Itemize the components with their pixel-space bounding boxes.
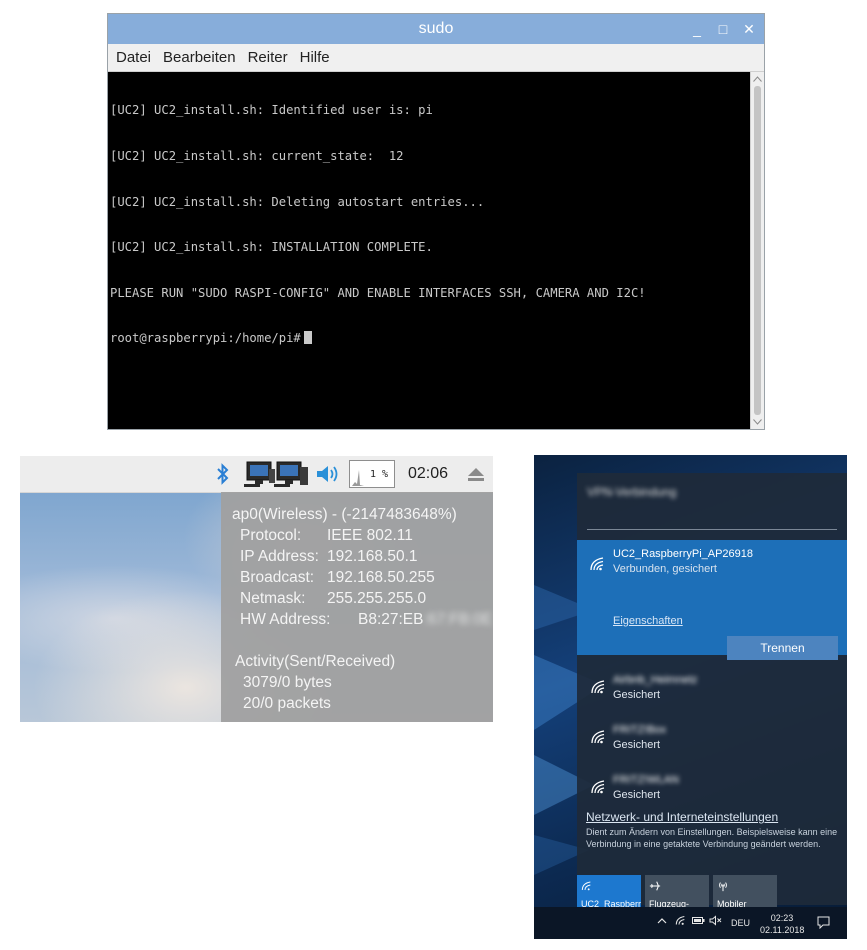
disconnect-button[interactable]: Trennen — [727, 636, 838, 660]
bluetooth-icon[interactable] — [213, 456, 233, 492]
bytes-value: 3079/0 bytes — [243, 674, 332, 691]
properties-link[interactable]: Eigenschaften — [613, 615, 683, 627]
text-cursor — [303, 331, 312, 345]
hw-address-value: B8:27:EB:67:FB:0E — [358, 611, 492, 629]
packets-value: 20/0 packets — [243, 695, 331, 712]
wifi-icon — [591, 730, 605, 744]
network-name-redacted: FRITZ!Box — [613, 724, 667, 736]
terminal-prompt-line: root@raspberrypi:/home/pi# — [110, 331, 748, 346]
eject-icon[interactable] — [467, 467, 485, 486]
terminal-line: [UC2] UC2_install.sh: current_state: 12 — [110, 149, 404, 164]
terminal-line: PLEASE RUN "SUDO RASPI-CONFIG" AND ENABL… — [110, 285, 646, 300]
volume-muted-icon[interactable] — [709, 915, 722, 928]
cpu-monitor-icon[interactable]: 1 % — [349, 460, 395, 488]
menu-datei[interactable]: Datei — [116, 49, 151, 66]
menu-reiter[interactable]: Reiter — [248, 49, 288, 66]
taskbar-clock[interactable]: 02:23 02.11.2018 — [760, 912, 804, 936]
wifi-icon — [581, 881, 591, 891]
wifi-tray-icon[interactable] — [675, 915, 687, 928]
taskbar-time: 02:23 — [770, 913, 794, 923]
terminal-line: [UC2] UC2_install.sh: Identified user is… — [110, 103, 433, 118]
shell-prompt: root@raspberrypi:/home/pi# — [110, 331, 301, 346]
network-settings-link[interactable]: Netzwerk- und Interneteinstellungen — [586, 810, 778, 824]
notification-center-icon[interactable] — [817, 916, 830, 931]
network-item[interactable]: FRITZ!WLAN Gesichert — [577, 767, 847, 815]
broadcast-value: 192.168.50.255 — [327, 569, 435, 586]
interface-name: ap0(Wireless) - (-2147483648%) — [232, 506, 457, 523]
terminal-window: sudo _ □ ✕ Datei Bearbeiten Reiter Hilfe… — [107, 13, 765, 430]
network-item[interactable]: Airbnb_Heimnetz Gesichert — [577, 667, 847, 715]
scroll-down-arrow-icon[interactable] — [751, 416, 764, 428]
minimize-button[interactable]: _ — [690, 21, 704, 37]
rpi-taskbar: 1 % 02:06 — [20, 456, 493, 493]
scrollbar-thumb[interactable] — [754, 86, 761, 415]
wifi-icon — [591, 780, 605, 794]
windows-taskbar: DEU 02:23 02.11.2018 — [534, 907, 847, 939]
menu-hilfe[interactable]: Hilfe — [300, 49, 330, 66]
active-network-item[interactable]: UC2_RaspberryPi_AP26918 Verbunden, gesic… — [577, 540, 847, 660]
protocol-label: Protocol: — [240, 527, 302, 544]
network-status: Gesichert — [613, 739, 661, 751]
clock[interactable]: 02:06 — [408, 456, 448, 492]
divider — [587, 529, 837, 530]
taskbar-date: 02.11.2018 — [760, 925, 805, 935]
chevron-up-icon[interactable] — [657, 916, 667, 926]
active-network-status: Verbunden, gesichert — [613, 563, 717, 575]
scroll-up-arrow-icon[interactable] — [751, 73, 764, 85]
window-title: sudo — [418, 20, 454, 37]
network-status: Gesichert — [613, 689, 661, 701]
protocol-value: IEEE 802.11 — [327, 527, 413, 544]
ip-label: IP Address: — [240, 548, 319, 565]
terminal-line: [UC2] UC2_install.sh: INSTALLATION COMPL… — [110, 240, 433, 255]
wifi-icon — [590, 557, 604, 571]
network-flyout: VPN-Verbindung UC2_RaspberryPi_AP26918 V… — [577, 473, 847, 923]
rpi-desktop-panel: 1 % 02:06 ap0(Wireless) - (-2147483648%)… — [20, 456, 493, 722]
hotspot-icon — [719, 882, 727, 892]
airplane-icon — [649, 881, 661, 891]
network-icon[interactable] — [242, 456, 312, 492]
network-status: Gesichert — [613, 789, 661, 801]
cpu-usage-label: 1 % — [369, 468, 388, 480]
vpn-entry-redacted[interactable]: VPN-Verbindung — [587, 485, 676, 499]
windows-network-flyout-screen: VPN-Verbindung UC2_RaspberryPi_AP26918 V… — [534, 455, 847, 939]
volume-icon[interactable] — [314, 456, 342, 492]
active-network-name: UC2_RaspberryPi_AP26918 — [613, 548, 754, 560]
hw-address-redacted: :67:FB:0E — [423, 611, 493, 628]
terminal-output[interactable]: [UC2] UC2_install.sh: Identified user is… — [108, 72, 750, 429]
netmask-value: 255.255.255.0 — [327, 590, 427, 607]
terminal-menu-bar: Datei Bearbeiten Reiter Hilfe — [108, 44, 764, 72]
network-name-redacted: Airbnb_Heimnetz — [613, 674, 698, 686]
hw-address-visible: B8:27:EB — [358, 611, 424, 628]
language-indicator[interactable]: DEU — [731, 918, 750, 928]
activity-label: Activity(Sent/Received) — [235, 653, 396, 670]
ip-value: 192.168.50.1 — [327, 548, 418, 565]
network-item[interactable]: FRITZ!Box Gesichert — [577, 717, 847, 765]
battery-icon[interactable] — [692, 916, 705, 927]
terminal-line: [UC2] UC2_install.sh: Deleting autostart… — [110, 194, 485, 209]
network-name-redacted: FRITZ!WLAN — [613, 774, 679, 786]
hw-address-label: HW Address: — [240, 611, 331, 628]
close-button[interactable]: ✕ — [742, 21, 756, 38]
terminal-title-bar[interactable]: sudo _ □ ✕ — [108, 14, 764, 44]
broadcast-label: Broadcast: — [240, 569, 315, 586]
terminal-scrollbar[interactable] — [750, 72, 764, 429]
wifi-icon — [591, 680, 605, 694]
menu-bearbeiten[interactable]: Bearbeiten — [163, 49, 236, 66]
window-controls: _ □ ✕ — [690, 14, 756, 44]
network-info-popup: ap0(Wireless) - (-2147483648%) Protocol:… — [221, 492, 493, 722]
netmask-label: Netmask: — [240, 590, 306, 607]
maximize-button[interactable]: □ — [716, 21, 730, 37]
network-settings-description: Dient zum Ändern von Einstellungen. Beis… — [586, 827, 838, 849]
